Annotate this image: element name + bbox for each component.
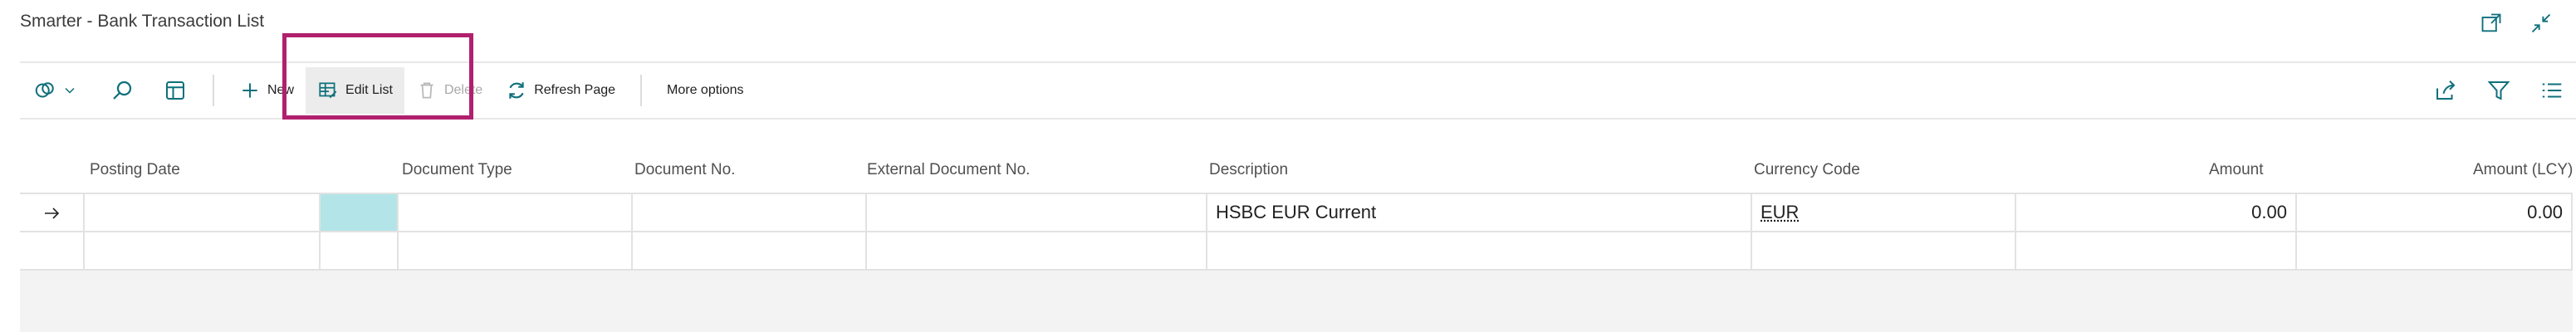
actions-menu[interactable]: [33, 63, 78, 118]
page-title: Smarter - Bank Transaction List: [20, 12, 265, 31]
search-button[interactable]: [110, 63, 135, 118]
new-button-label: New: [267, 83, 295, 97]
plus-icon: [239, 80, 261, 101]
cell-posting-date[interactable]: [83, 194, 319, 231]
action-bar: New Edit List Delete Refresh Page More o…: [20, 61, 2576, 120]
window-controls: [2480, 12, 2553, 39]
cell-amount-lcy[interactable]: [2295, 232, 2573, 269]
row-selector[interactable]: [20, 232, 83, 269]
refresh-page-button-label: Refresh Page: [534, 83, 616, 97]
column-header-amount[interactable]: Amount: [2209, 161, 2263, 179]
refresh-page-button[interactable]: Refresh Page: [494, 67, 627, 114]
cell-amount[interactable]: [2015, 232, 2295, 269]
toolbar-divider: [640, 75, 643, 106]
transaction-table: Posting Date Document Type Document No. …: [20, 156, 2573, 271]
cell-blank[interactable]: [319, 232, 397, 269]
table-row[interactable]: [20, 231, 2573, 271]
cell-selected[interactable]: [319, 194, 397, 231]
cell-description[interactable]: [1206, 232, 1751, 269]
cell-external-document-no[interactable]: [865, 194, 1206, 231]
filter-icon[interactable]: [2486, 78, 2511, 103]
column-header-document-no[interactable]: Document No.: [634, 161, 735, 179]
row-selector[interactable]: [20, 194, 83, 231]
delete-button-label: Delete: [443, 83, 483, 97]
cell-currency-code[interactable]: [1751, 232, 2015, 269]
chevron-down-icon: [61, 82, 78, 99]
cell-amount-lcy[interactable]: 0.00: [2295, 194, 2573, 231]
column-header-external-document-no[interactable]: External Document No.: [867, 161, 1030, 179]
more-options-label: More options: [667, 83, 744, 97]
empty-list-area: [20, 271, 2573, 332]
table-header: Posting Date Document Type Document No. …: [20, 156, 2573, 193]
cell-document-type[interactable]: [397, 194, 631, 231]
actions-icon: [33, 78, 58, 103]
cell-amount[interactable]: 0.00: [2015, 194, 2295, 231]
search-icon: [110, 78, 135, 103]
cell-external-document-no[interactable]: [865, 232, 1206, 269]
cell-currency-code-wrap[interactable]: EUR: [1751, 194, 2015, 231]
column-header-description[interactable]: Description: [1209, 161, 1288, 179]
refresh-icon: [506, 80, 527, 101]
cell-description[interactable]: HSBC EUR Current: [1206, 194, 1751, 231]
delete-button[interactable]: Delete: [404, 67, 494, 114]
more-options-button[interactable]: More options: [655, 67, 756, 114]
column-header-posting-date[interactable]: Posting Date: [90, 161, 180, 179]
toolbar-divider: [213, 75, 214, 106]
analysis-mode-icon: [163, 78, 188, 103]
edit-list-button-label: Edit List: [345, 83, 393, 97]
toolbar-right-actions: [2433, 63, 2564, 118]
arrow-right-icon: [45, 208, 60, 219]
trash-icon: [416, 80, 438, 101]
column-header-currency-code[interactable]: Currency Code: [1754, 161, 1860, 179]
cell-document-type[interactable]: [397, 232, 631, 269]
cell-document-no[interactable]: [631, 194, 865, 231]
new-button[interactable]: New: [228, 67, 306, 114]
table-row[interactable]: HSBC EUR Current EUR 0.00 0.00: [20, 193, 2573, 231]
column-header-document-type[interactable]: Document Type: [402, 161, 512, 179]
list-view-icon[interactable]: [2539, 78, 2564, 103]
cell-posting-date[interactable]: [83, 232, 319, 269]
edit-list-button[interactable]: Edit List: [306, 67, 404, 114]
share-icon[interactable]: [2433, 78, 2458, 103]
column-header-amount-lcy[interactable]: Amount (LCY): [2473, 161, 2573, 179]
analysis-mode-button[interactable]: [163, 63, 188, 118]
cell-currency-code[interactable]: EUR: [1761, 202, 1799, 222]
open-in-new-window-icon[interactable]: [2480, 12, 2503, 39]
edit-list-icon: [317, 80, 339, 101]
cell-document-no[interactable]: [631, 232, 865, 269]
collapse-icon[interactable]: [2529, 12, 2553, 39]
